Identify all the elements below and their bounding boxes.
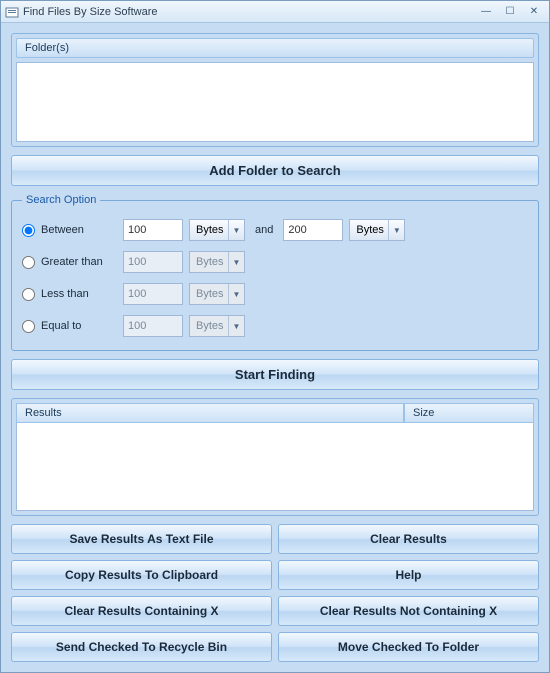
unit-text: Bytes (190, 256, 228, 268)
col-header-results[interactable]: Results (16, 403, 404, 423)
greater-unit-select: Bytes ▼ (189, 251, 245, 273)
button-grid: Save Results As Text File Clear Results … (11, 524, 539, 662)
close-button[interactable]: ✕ (523, 4, 545, 20)
client-area: Folder(s) Add Folder to Search Search Op… (1, 23, 549, 672)
less-val-input (123, 283, 183, 305)
between-val1-input[interactable] (123, 219, 183, 241)
maximize-button[interactable]: ☐ (499, 4, 521, 20)
window-title: Find Files By Size Software (23, 6, 473, 18)
less-unit-select: Bytes ▼ (189, 283, 245, 305)
app-icon (5, 5, 19, 19)
folders-header: Folder(s) (16, 38, 534, 58)
search-option-legend: Search Option (22, 194, 100, 206)
chevron-down-icon: ▼ (228, 252, 244, 272)
move-folder-button[interactable]: Move Checked To Folder (278, 632, 539, 662)
chevron-down-icon: ▼ (228, 316, 244, 336)
chevron-down-icon: ▼ (388, 220, 404, 240)
greater-val-input (123, 251, 183, 273)
unit-text: Bytes (190, 288, 228, 300)
radio-equal[interactable] (22, 320, 35, 333)
radio-between[interactable] (22, 224, 35, 237)
clear-results-button[interactable]: Clear Results (278, 524, 539, 554)
send-recycle-button[interactable]: Send Checked To Recycle Bin (11, 632, 272, 662)
option-between-row: Between Bytes ▼ and Bytes ▼ (22, 216, 528, 244)
help-button[interactable]: Help (278, 560, 539, 590)
copy-results-clipboard-button[interactable]: Copy Results To Clipboard (11, 560, 272, 590)
start-finding-button[interactable]: Start Finding (11, 359, 539, 390)
label-between: Between (41, 224, 123, 236)
option-equal-row: Equal to Bytes ▼ (22, 312, 528, 340)
equal-unit-select: Bytes ▼ (189, 315, 245, 337)
results-headers: Results Size (16, 403, 534, 423)
and-label: and (255, 224, 273, 236)
save-results-text-button[interactable]: Save Results As Text File (11, 524, 272, 554)
folders-group: Folder(s) (11, 33, 539, 147)
clear-not-containing-button[interactable]: Clear Results Not Containing X (278, 596, 539, 626)
between-unit2-select[interactable]: Bytes ▼ (349, 219, 405, 241)
chevron-down-icon: ▼ (228, 284, 244, 304)
between-unit1-select[interactable]: Bytes ▼ (189, 219, 245, 241)
label-less: Less than (41, 288, 123, 300)
option-greater-row: Greater than Bytes ▼ (22, 248, 528, 276)
label-greater: Greater than (41, 256, 123, 268)
unit-text: Bytes (350, 224, 388, 236)
unit-text: Bytes (190, 320, 228, 332)
clear-containing-button[interactable]: Clear Results Containing X (11, 596, 272, 626)
radio-greater[interactable] (22, 256, 35, 269)
unit-text: Bytes (190, 224, 228, 236)
results-group: Results Size (11, 398, 539, 516)
chevron-down-icon: ▼ (228, 220, 244, 240)
radio-less[interactable] (22, 288, 35, 301)
results-list[interactable] (16, 423, 534, 511)
folders-list[interactable] (16, 62, 534, 142)
equal-val-input (123, 315, 183, 337)
minimize-button[interactable]: — (475, 4, 497, 20)
between-val2-input[interactable] (283, 219, 343, 241)
search-option-group: Search Option Between Bytes ▼ and Bytes … (11, 194, 539, 351)
label-equal: Equal to (41, 320, 123, 332)
add-folder-button[interactable]: Add Folder to Search (11, 155, 539, 186)
option-less-row: Less than Bytes ▼ (22, 280, 528, 308)
col-header-size[interactable]: Size (404, 403, 534, 423)
titlebar: Find Files By Size Software — ☐ ✕ (1, 1, 549, 23)
